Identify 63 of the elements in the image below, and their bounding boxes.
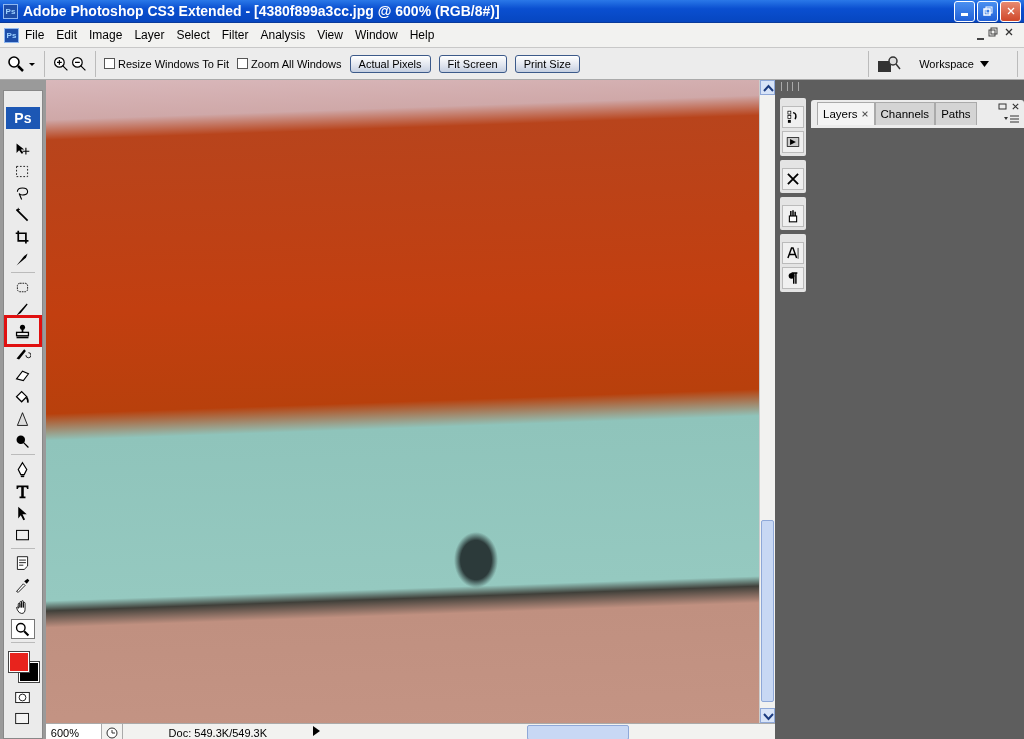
panel-button[interactable] bbox=[782, 168, 804, 190]
window-title: Adobe Photoshop CS3 Extended - [4380f899a3cc.jpg @ 600% (RGB/8#)] bbox=[23, 3, 501, 19]
document-icon: Ps bbox=[4, 27, 19, 43]
panel-button[interactable] bbox=[782, 205, 804, 227]
menu-item[interactable]: Window bbox=[348, 26, 404, 44]
restore-icon bbox=[982, 6, 993, 16]
menu-item[interactable]: Image bbox=[83, 26, 129, 44]
checkbox-label: Resize Windows To Fit bbox=[118, 57, 230, 70]
minimize-icon[interactable] bbox=[998, 102, 1007, 110]
zoom-out-icon[interactable] bbox=[71, 55, 87, 72]
close-icon[interactable] bbox=[860, 110, 869, 118]
menu-item[interactable]: View bbox=[311, 26, 349, 44]
zoom-in-icon[interactable] bbox=[53, 55, 69, 72]
workspace-menu[interactable]: Workspace bbox=[919, 57, 974, 70]
scroll-down-icon[interactable] bbox=[760, 708, 775, 723]
document-size: Doc: 549.3K/549.3K bbox=[167, 726, 269, 739]
close-icon bbox=[1005, 6, 1016, 16]
color-swatch[interactable] bbox=[8, 652, 29, 672]
menu-item[interactable]: Edit bbox=[50, 26, 84, 44]
scroll-up-icon[interactable] bbox=[760, 80, 775, 95]
checkbox[interactable] bbox=[104, 58, 115, 69]
scroll-thumb[interactable] bbox=[526, 725, 629, 739]
app-icon: Ps bbox=[3, 3, 18, 19]
menu-icon[interactable] bbox=[1004, 114, 1020, 124]
caret-icon[interactable] bbox=[980, 60, 989, 67]
app-logo: Ps bbox=[5, 107, 40, 129]
stamp-icon bbox=[14, 322, 32, 340]
checkbox-label: Zoom All Windows bbox=[251, 57, 342, 70]
restore-button[interactable] bbox=[977, 0, 998, 22]
character-icon bbox=[785, 245, 801, 261]
zoom-icon bbox=[14, 620, 32, 638]
play-icon bbox=[785, 134, 801, 150]
panel-button[interactable] bbox=[782, 267, 804, 289]
checkbox[interactable] bbox=[237, 58, 249, 69]
menu-item[interactable]: Help bbox=[403, 26, 441, 44]
scroll-thumb[interactable] bbox=[761, 520, 774, 702]
folder-search-icon[interactable] bbox=[877, 53, 902, 74]
panel-button[interactable] bbox=[782, 242, 804, 264]
panel-tab[interactable]: Channels bbox=[874, 102, 936, 125]
option-button[interactable]: Print Size bbox=[514, 54, 580, 73]
menu-item[interactable]: Analysis bbox=[254, 26, 312, 44]
clock-icon[interactable] bbox=[105, 726, 118, 739]
tools-icon bbox=[785, 171, 801, 187]
tool-button[interactable] bbox=[10, 619, 35, 639]
panel-button[interactable] bbox=[782, 131, 804, 153]
menu-item[interactable]: File bbox=[19, 26, 51, 44]
bucket-icon bbox=[14, 388, 32, 406]
minimize-button[interactable] bbox=[954, 0, 975, 22]
zoom-level-field[interactable]: 600% bbox=[45, 724, 102, 739]
zoom-tool-icon[interactable] bbox=[6, 53, 36, 74]
minimize-icon bbox=[961, 13, 968, 16]
menu-item[interactable]: Filter bbox=[215, 26, 255, 44]
menu-item[interactable]: Select bbox=[170, 26, 216, 44]
option-button[interactable]: Actual Pixels bbox=[349, 54, 431, 73]
vertical-scrollbar[interactable] bbox=[759, 80, 775, 723]
close-icon[interactable] bbox=[1011, 102, 1020, 111]
panel-tab[interactable]: Paths bbox=[935, 102, 977, 125]
option-button[interactable]: Fit Screen bbox=[438, 54, 507, 73]
close-button[interactable] bbox=[1000, 0, 1021, 22]
panel-button[interactable] bbox=[782, 106, 804, 128]
panel-tab[interactable]: Layers bbox=[817, 102, 875, 125]
eyedropper-icon bbox=[14, 576, 32, 594]
menu-item[interactable]: Layer bbox=[128, 26, 171, 44]
